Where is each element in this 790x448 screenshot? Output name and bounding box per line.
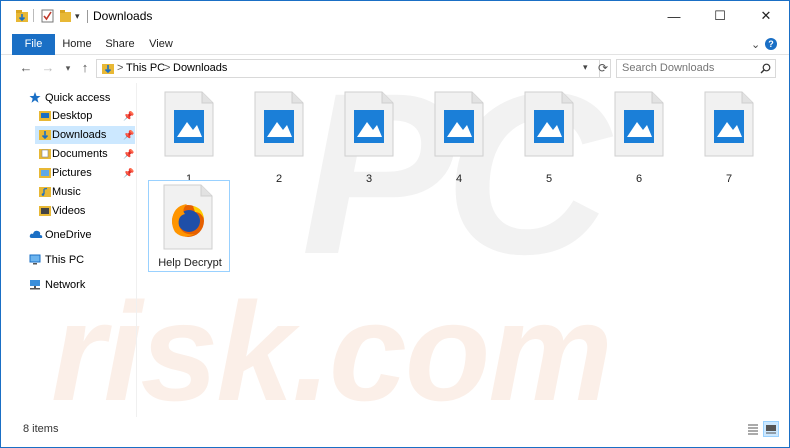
tab-home[interactable]: Home bbox=[59, 34, 95, 55]
file-name: 4 bbox=[455, 173, 463, 185]
tab-file[interactable]: File bbox=[12, 34, 55, 55]
network-icon bbox=[30, 280, 40, 290]
documents-folder-icon bbox=[39, 149, 51, 159]
sidebar-item-label: Pictures bbox=[52, 167, 92, 179]
image-file-icon bbox=[164, 91, 214, 157]
address-dropdown-chevron-icon[interactable]: ▾ bbox=[583, 62, 588, 73]
address-separator-icon[interactable]: > bbox=[117, 62, 123, 74]
file-item[interactable]: 4 bbox=[418, 91, 500, 187]
downloads-folder-icon bbox=[39, 130, 51, 140]
title-bar: ▾ Downloads — ☐ ✕ bbox=[1, 1, 789, 31]
sidebar-item-label: Network bbox=[45, 279, 86, 291]
image-file-icon bbox=[344, 91, 394, 157]
pictures-folder-icon bbox=[39, 168, 51, 178]
file-item[interactable]: 5 bbox=[508, 91, 590, 187]
computer-icon bbox=[29, 254, 41, 265]
status-bar: 8 items bbox=[1, 419, 789, 447]
sidebar-item-label: Music bbox=[52, 186, 81, 198]
search-icon[interactable] bbox=[760, 63, 771, 74]
recent-locations-chevron-icon[interactable]: ▾ bbox=[61, 59, 75, 77]
sidebar-item-label: Desktop bbox=[52, 110, 93, 122]
music-folder-icon bbox=[39, 187, 51, 197]
app-folder-icon[interactable] bbox=[15, 8, 29, 24]
explorer-window: PC risk.com ▾ Downloads — ☐ ✕ File Home … bbox=[0, 0, 790, 448]
search-input[interactable] bbox=[622, 62, 752, 74]
file-item[interactable]: 7 bbox=[688, 91, 770, 187]
image-file-icon bbox=[254, 91, 304, 157]
details-view-icon[interactable] bbox=[745, 421, 761, 437]
file-item[interactable]: 1 bbox=[148, 91, 230, 187]
navigation-pane: Quick access Desktop 📌 Downloads 📌 Docum… bbox=[1, 83, 137, 417]
desktop-folder-icon bbox=[39, 111, 51, 121]
breadcrumb-this-pc[interactable]: This PC bbox=[126, 62, 165, 74]
tab-view[interactable]: View bbox=[144, 34, 178, 55]
up-arrow-icon[interactable]: ↑ bbox=[77, 59, 93, 77]
sidebar-item-quick-access[interactable]: Quick access bbox=[29, 89, 129, 107]
image-file-icon bbox=[704, 91, 754, 157]
navigation-bar: ← → ▾ ↑ > This PC > Downloads ▾ ⟳ bbox=[1, 57, 789, 79]
pin-icon: 📌 bbox=[123, 130, 135, 140]
ribbon-tabs: File Home Share View ⌄ ? bbox=[1, 34, 789, 55]
properties-icon[interactable] bbox=[41, 8, 54, 24]
sidebar-item-label: Videos bbox=[52, 205, 86, 217]
file-name: 7 bbox=[725, 173, 733, 185]
star-icon bbox=[29, 92, 41, 103]
back-arrow-icon[interactable]: ← bbox=[17, 59, 35, 77]
search-box[interactable] bbox=[616, 59, 776, 78]
address-bar[interactable]: > This PC > Downloads ▾ bbox=[96, 59, 611, 78]
sidebar-item-desktop[interactable]: Desktop 📌 bbox=[35, 107, 135, 125]
file-item[interactable]: 3 bbox=[328, 91, 410, 187]
new-folder-icon[interactable] bbox=[59, 8, 72, 24]
sidebar-item-this-pc[interactable]: This PC bbox=[29, 251, 129, 269]
expand-ribbon-icon[interactable]: ⌄ bbox=[751, 38, 760, 51]
file-name: Help Decrypt bbox=[158, 257, 222, 269]
sidebar-item-videos[interactable]: Videos bbox=[35, 202, 135, 220]
window-title: Downloads bbox=[93, 9, 153, 23]
customize-toolbar-icon[interactable]: ▾ bbox=[75, 8, 80, 24]
close-button[interactable]: ✕ bbox=[743, 1, 789, 31]
sidebar-item-label: OneDrive bbox=[45, 229, 92, 241]
tab-share[interactable]: Share bbox=[101, 34, 139, 55]
sidebar-item-music[interactable]: Music bbox=[35, 183, 135, 201]
help-icon[interactable]: ? bbox=[765, 38, 777, 50]
file-name: 3 bbox=[365, 173, 373, 185]
sidebar-item-pictures[interactable]: Pictures 📌 bbox=[35, 164, 135, 182]
address-separator-icon[interactable]: > bbox=[164, 62, 170, 74]
videos-folder-icon bbox=[39, 206, 51, 216]
pin-icon: 📌 bbox=[123, 149, 135, 159]
sidebar-item-onedrive[interactable]: OneDrive bbox=[29, 226, 129, 244]
sidebar-item-label: Quick access bbox=[45, 92, 111, 104]
image-file-icon bbox=[614, 91, 664, 157]
minimize-button[interactable]: — bbox=[651, 1, 697, 31]
item-count: 8 items bbox=[23, 423, 59, 435]
pane-divider[interactable] bbox=[136, 83, 137, 417]
downloads-folder-icon bbox=[102, 64, 114, 74]
file-name: 2 bbox=[275, 173, 283, 185]
image-file-icon bbox=[524, 91, 574, 157]
refresh-icon[interactable]: ⟳ bbox=[596, 59, 610, 77]
breadcrumb-downloads[interactable]: Downloads bbox=[173, 62, 227, 74]
file-name: 6 bbox=[635, 173, 643, 185]
firefox-html-file-icon bbox=[163, 184, 213, 250]
maximize-button[interactable]: ☐ bbox=[697, 1, 743, 31]
forward-arrow-icon[interactable]: → bbox=[39, 59, 57, 77]
file-name: 5 bbox=[545, 173, 553, 185]
pin-icon: 📌 bbox=[123, 168, 135, 178]
file-item-help-decrypt[interactable]: Help Decrypt bbox=[148, 180, 230, 272]
sidebar-item-label: Documents bbox=[52, 148, 108, 160]
sidebar-item-network[interactable]: Network bbox=[29, 276, 129, 294]
sidebar-item-downloads[interactable]: Downloads 📌 bbox=[35, 126, 135, 144]
image-file-icon bbox=[434, 91, 484, 157]
cloud-icon bbox=[29, 230, 43, 238]
large-icons-view-icon[interactable] bbox=[763, 421, 779, 437]
sidebar-item-documents[interactable]: Documents 📌 bbox=[35, 145, 135, 163]
file-list: 1 2 3 4 5 6 7 Help Decrypt bbox=[138, 83, 788, 417]
pin-icon: 📌 bbox=[123, 111, 135, 121]
sidebar-item-label: This PC bbox=[45, 254, 85, 266]
sidebar-item-label: Downloads bbox=[52, 129, 107, 141]
file-item[interactable]: 6 bbox=[598, 91, 680, 187]
file-item[interactable]: 2 bbox=[238, 91, 320, 187]
